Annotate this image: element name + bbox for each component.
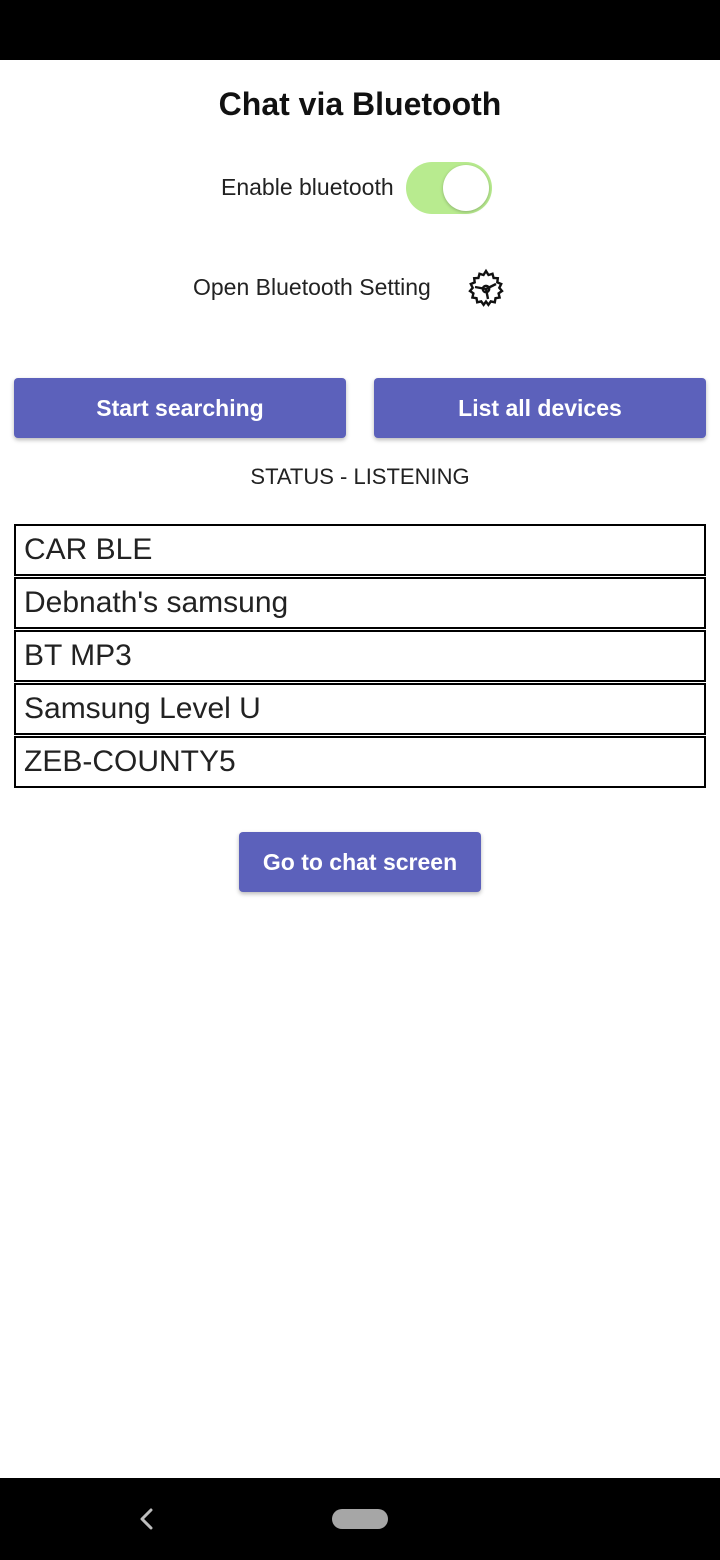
device-item[interactable]: Debnath's samsung: [14, 577, 706, 629]
toggle-knob: [443, 165, 489, 211]
bluetooth-toggle-label: Enable bluetooth: [221, 174, 394, 200]
go-to-chat-button[interactable]: Go to chat screen: [239, 832, 481, 892]
bluetooth-setting-row: Open Bluetooth Setting: [0, 266, 720, 310]
bluetooth-toggle-switch[interactable]: [406, 162, 492, 214]
chevron-left-icon[interactable]: [132, 1504, 162, 1534]
home-pill-icon[interactable]: [332, 1509, 388, 1529]
device-list: CAR BLE Debnath's samsung BT MP3 Samsung…: [14, 524, 706, 789]
list-all-devices-button[interactable]: List all devices: [374, 378, 706, 438]
device-item[interactable]: CAR BLE: [14, 524, 706, 576]
page-title: Chat via Bluetooth: [218, 86, 502, 122]
start-searching-button[interactable]: Start searching: [14, 378, 346, 438]
navigation-bar: [0, 1478, 720, 1560]
device-item[interactable]: Samsung Level U: [14, 683, 706, 735]
bluetooth-setting-label: Open Bluetooth Setting: [193, 274, 431, 300]
app-screen: Chat via Bluetooth Enable bluetooth Open…: [0, 0, 720, 1560]
bluetooth-toggle-row: Enable bluetooth: [0, 160, 720, 216]
device-item[interactable]: ZEB-COUNTY5: [14, 736, 706, 788]
device-item[interactable]: BT MP3: [14, 630, 706, 682]
gear-icon[interactable]: [464, 267, 508, 311]
status-bar: [0, 0, 720, 60]
status-text: STATUS - LISTENING: [250, 464, 470, 489]
